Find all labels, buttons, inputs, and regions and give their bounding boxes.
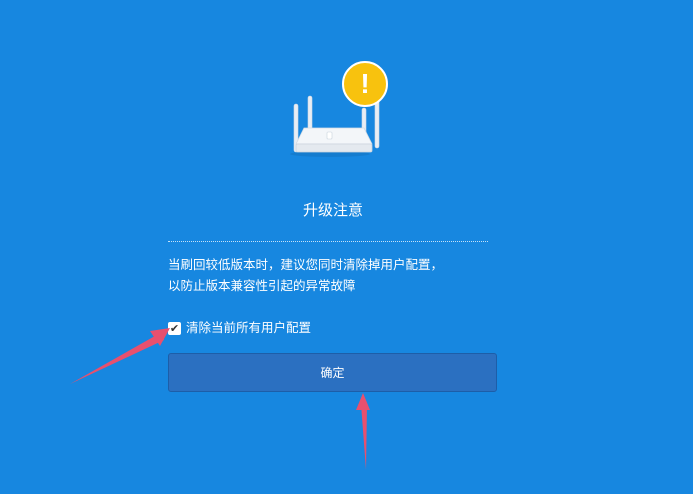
clear-config-checkbox[interactable]: ✔ [168,321,181,335]
divider [168,241,488,242]
confirm-button[interactable]: 确定 [168,353,497,392]
dialog-title: 升级注意 [302,201,363,219]
arrow-to-confirm-button [356,393,370,470]
notice-line: 以防止版本兼容性引起的异常故障 [168,278,356,293]
clear-config-checkbox-row[interactable]: ✔ 清除当前所有用户配置 [168,318,311,338]
warning-icon: ! [342,61,388,107]
notice-text: 当刷回较低版本时，建议您同时清除掉用户配置， 以防止版本兼容性引起的异常故障 [168,254,488,296]
checkmark-icon: ✔ [169,321,180,335]
arrow-to-checkbox [70,328,170,384]
exclamation-icon: ! [360,68,370,99]
checkbox-label[interactable]: 清除当前所有用户配置 [186,318,311,338]
notice-line: 当刷回较低版本时，建议您同时清除掉用户配置， [168,257,444,272]
